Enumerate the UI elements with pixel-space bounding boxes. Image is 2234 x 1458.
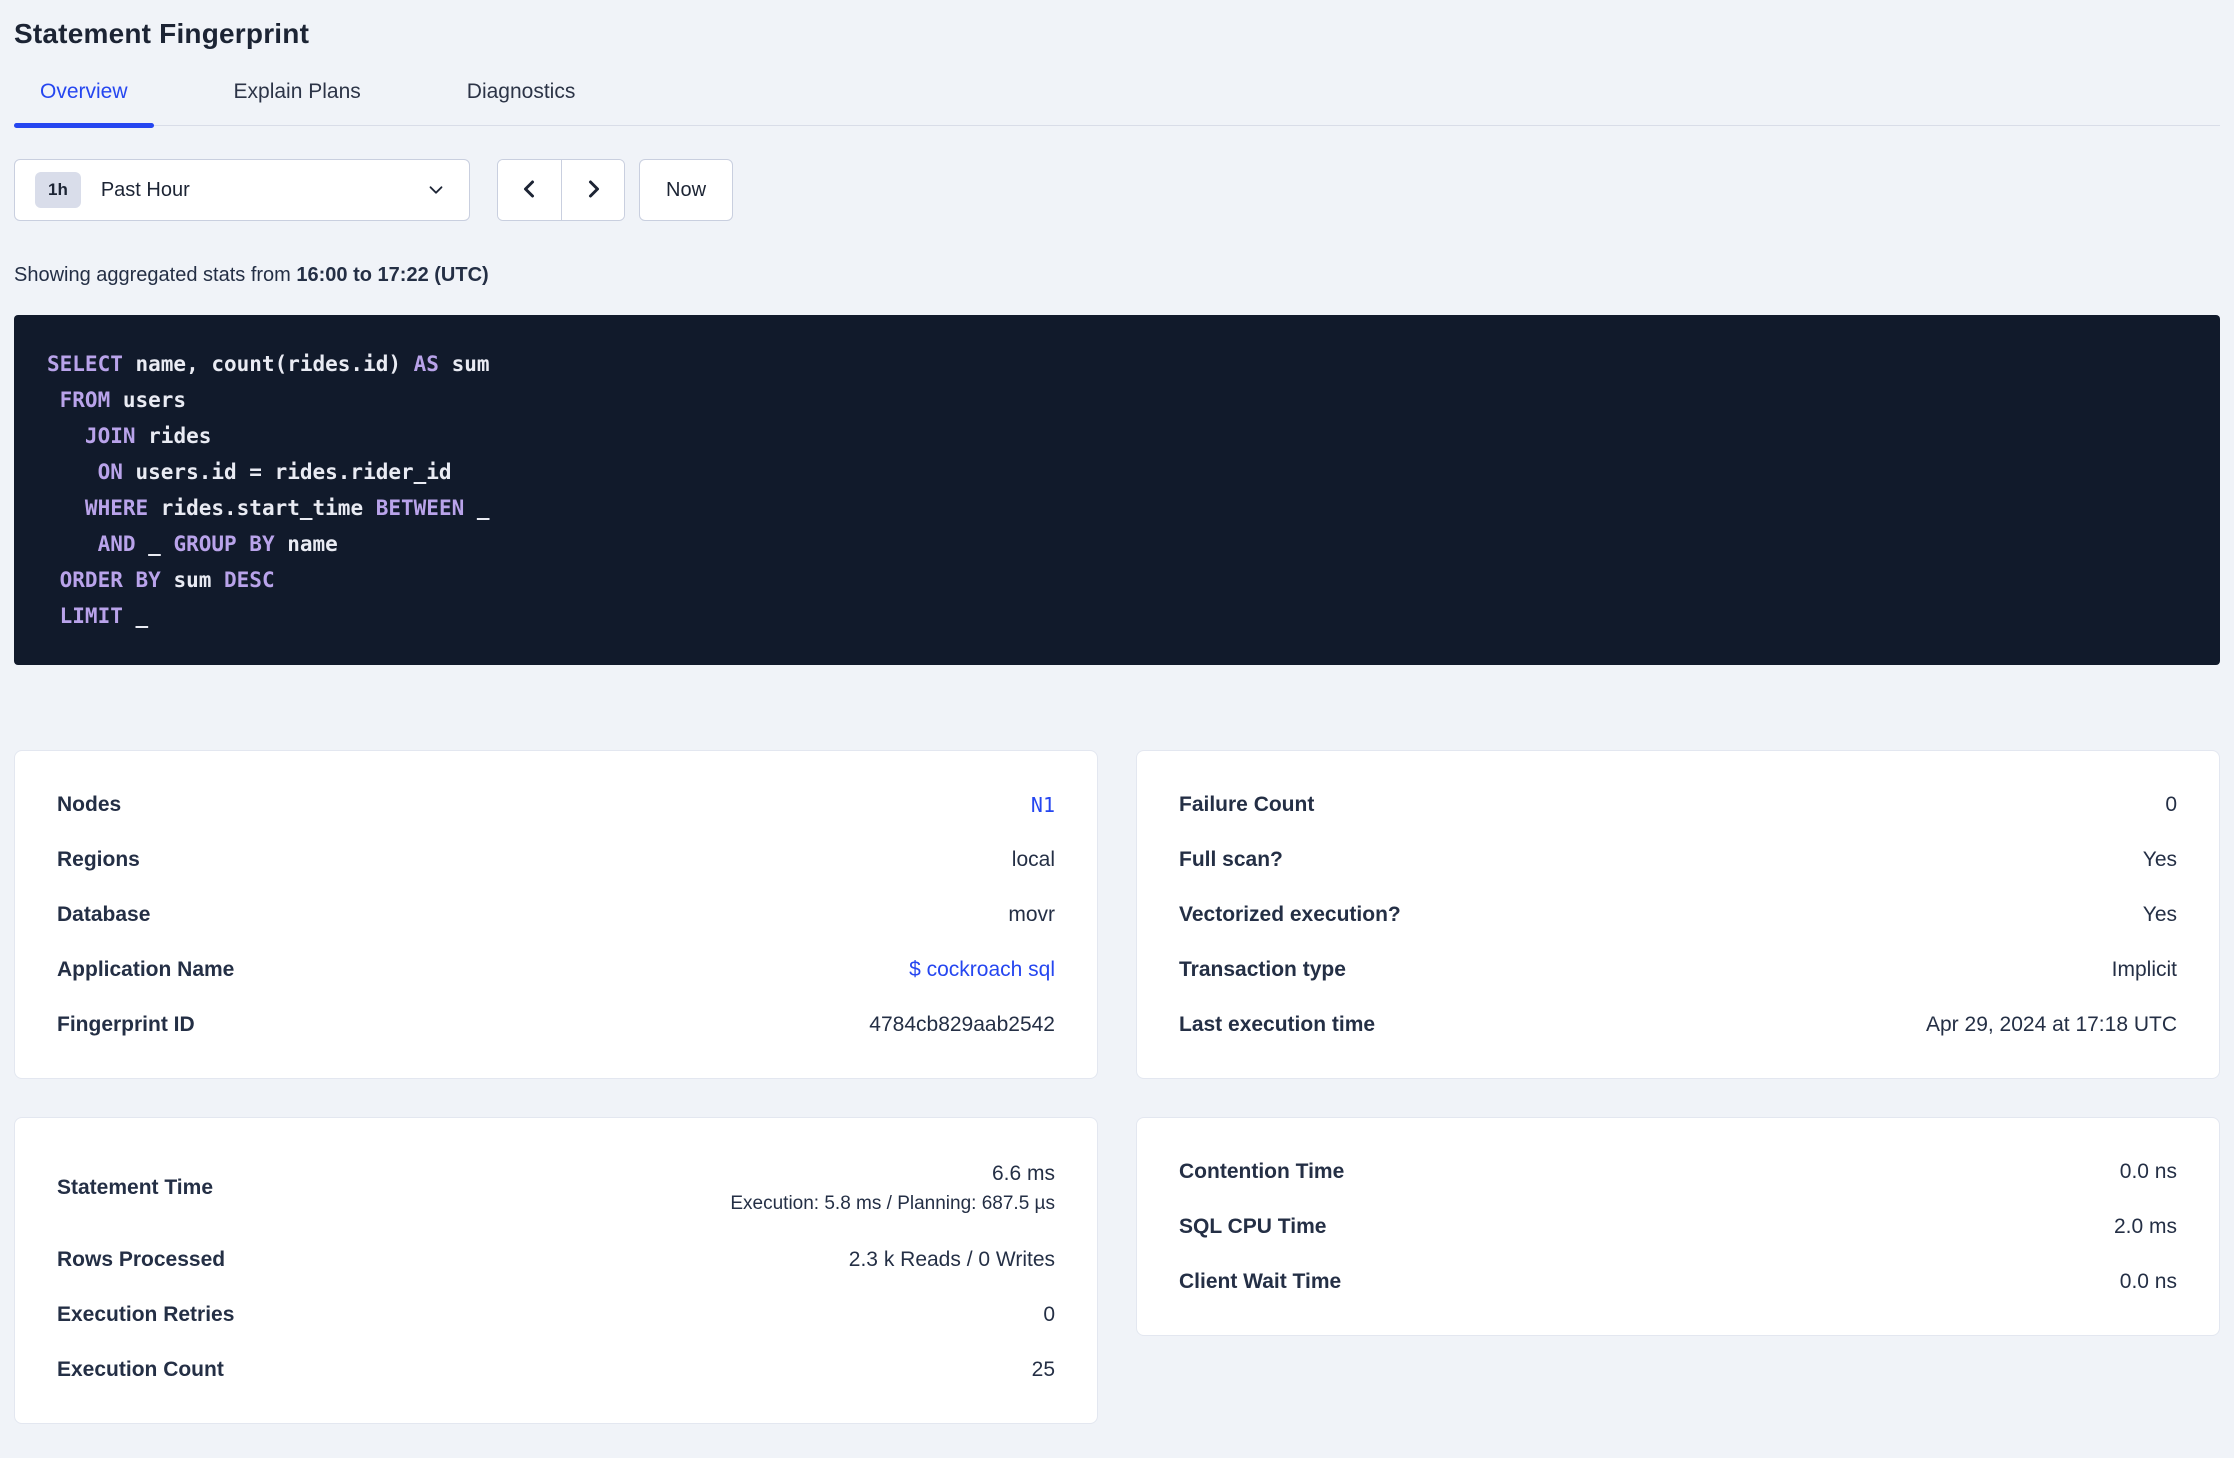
- chevron-right-icon: [581, 177, 605, 204]
- time-range-badge: 1h: [35, 172, 81, 208]
- sql-line: ON users.id = rides.rider_id: [47, 460, 452, 484]
- summary-row: Last execution time Apr 29, 2024 at 17:1…: [1179, 997, 2177, 1052]
- row-value-block: 6.6 ms Execution: 5.8 ms / Planning: 687…: [730, 1162, 1055, 1215]
- summary-cards: Nodes N1 Regions local Database movr App…: [14, 750, 2220, 1438]
- row-value: movr: [1008, 902, 1055, 926]
- summary-row: Execution Retries 0: [57, 1287, 1055, 1342]
- sql-line: ORDER BY sum DESC: [47, 568, 275, 592]
- summary-row: Execution Count 25: [57, 1342, 1055, 1397]
- row-value: local: [1011, 847, 1055, 871]
- row-label: SQL CPU Time: [1179, 1214, 1327, 1238]
- wait-time-card: Contention Time 0.0 ns SQL CPU Time 2.0 …: [1136, 1117, 2220, 1336]
- statement-details-card: Nodes N1 Regions local Database movr App…: [14, 750, 1098, 1079]
- row-value: 2.3 k Reads / 0 Writes: [848, 1247, 1055, 1271]
- chevron-down-icon: [425, 179, 447, 201]
- chevron-left-icon: [518, 177, 542, 204]
- row-label: Rows Processed: [57, 1247, 226, 1271]
- summary-row: Transaction type Implicit: [1179, 942, 2177, 997]
- row-value: 2.0 ms: [2113, 1214, 2177, 1238]
- row-value: 0: [1043, 1302, 1055, 1326]
- aggregated-stats-text: Showing aggregated stats from 16:00 to 1…: [14, 264, 2220, 287]
- time-range-label: Past Hour: [100, 178, 190, 201]
- summary-row: Fingerprint ID 4784cb829aab2542: [57, 997, 1055, 1052]
- time-range-dropdown[interactable]: 1h Past Hour: [14, 159, 470, 221]
- time-step-buttons: [497, 159, 625, 221]
- row-label: Full scan?: [1179, 847, 1283, 871]
- summary-row: Rows Processed 2.3 k Reads / 0 Writes: [57, 1232, 1055, 1287]
- row-label: Database: [57, 902, 151, 926]
- row-value: Yes: [2142, 902, 2177, 926]
- row-value: 25: [1031, 1357, 1055, 1381]
- summary-row: SQL CPU Time 2.0 ms: [1179, 1199, 2177, 1254]
- summary-row: Application Name $ cockroach sql: [57, 942, 1055, 997]
- summary-row: Regions local: [57, 832, 1055, 887]
- summary-row: Nodes N1: [57, 777, 1055, 832]
- sql-line: FROM users: [47, 388, 187, 412]
- row-label: Vectorized execution?: [1179, 902, 1401, 926]
- previous-time-button[interactable]: [498, 160, 561, 220]
- row-label: Execution Count: [57, 1357, 224, 1381]
- page-title: Statement Fingerprint: [14, 18, 310, 49]
- sql-line: LIMIT _: [47, 604, 149, 628]
- tab-bar: Overview Explain Plans Diagnostics: [14, 80, 2220, 128]
- row-label: Contention Time: [1179, 1159, 1345, 1183]
- row-value: 0: [2165, 792, 2177, 816]
- next-time-button[interactable]: [561, 160, 624, 220]
- sql-line: WHERE rides.start_time BETWEEN _: [47, 496, 490, 520]
- tab-overview[interactable]: Overview: [14, 80, 154, 128]
- summary-row: Contention Time 0.0 ns: [1179, 1144, 2177, 1199]
- summary-row: Statement Time 6.6 ms Execution: 5.8 ms …: [57, 1144, 1055, 1232]
- statement-timing-card: Statement Time 6.6 ms Execution: 5.8 ms …: [14, 1117, 1098, 1424]
- row-label: Transaction type: [1179, 957, 1346, 981]
- row-value: 0.0 ns: [2119, 1269, 2177, 1293]
- row-value: Implicit: [2111, 957, 2177, 981]
- sql-statement-box: SELECT name, count(rides.id) AS sum FROM…: [14, 315, 2220, 665]
- statement-fingerprint-page: Statement Fingerprint Overview Explain P…: [0, 0, 2234, 1438]
- execution-attributes-card: Failure Count 0 Full scan? Yes Vectorize…: [1136, 750, 2220, 1079]
- sql-line: SELECT name, count(rides.id) AS sum: [47, 352, 490, 376]
- row-value: 6.6 ms: [991, 1161, 1055, 1185]
- row-label: Last execution time: [1179, 1012, 1376, 1036]
- time-controls: 1h Past Hour Now: [14, 159, 2220, 221]
- node-link[interactable]: N1: [1031, 793, 1055, 817]
- application-name-link[interactable]: $ cockroach sql: [909, 958, 1055, 982]
- row-label: Statement Time: [57, 1176, 213, 1199]
- tab-diagnostics[interactable]: Diagnostics: [441, 80, 602, 125]
- row-label: Regions: [57, 847, 140, 871]
- summary-row: Database movr: [57, 887, 1055, 942]
- now-button[interactable]: Now: [639, 159, 734, 221]
- aggregated-stats-prefix: Showing aggregated stats from: [14, 264, 297, 286]
- row-value: Yes: [2142, 847, 2177, 871]
- row-label: Application Name: [57, 957, 235, 981]
- fingerprint-id-value: 4784cb829aab2542: [869, 1012, 1055, 1036]
- row-value: Apr 29, 2024 at 17:18 UTC: [1926, 1012, 2177, 1036]
- summary-row: Vectorized execution? Yes: [1179, 887, 2177, 942]
- summary-row: Client Wait Time 0.0 ns: [1179, 1254, 2177, 1309]
- aggregated-stats-range: 16:00 to 17:22 (UTC): [296, 264, 489, 286]
- row-label: Failure Count: [1179, 792, 1315, 816]
- row-label: Client Wait Time: [1179, 1269, 1342, 1293]
- row-label: Nodes: [57, 792, 122, 816]
- summary-row: Full scan? Yes: [1179, 832, 2177, 887]
- row-label: Execution Retries: [57, 1302, 235, 1326]
- tab-explain-plans[interactable]: Explain Plans: [208, 80, 387, 125]
- sql-line: JOIN rides: [47, 424, 212, 448]
- row-label: Fingerprint ID: [57, 1012, 195, 1036]
- row-value: 0.0 ns: [2119, 1159, 2177, 1183]
- row-subvalue: Execution: 5.8 ms / Planning: 687.5 µs: [730, 1192, 1055, 1214]
- summary-row: Failure Count 0: [1179, 777, 2177, 832]
- sql-line: AND _ GROUP BY name: [47, 532, 338, 556]
